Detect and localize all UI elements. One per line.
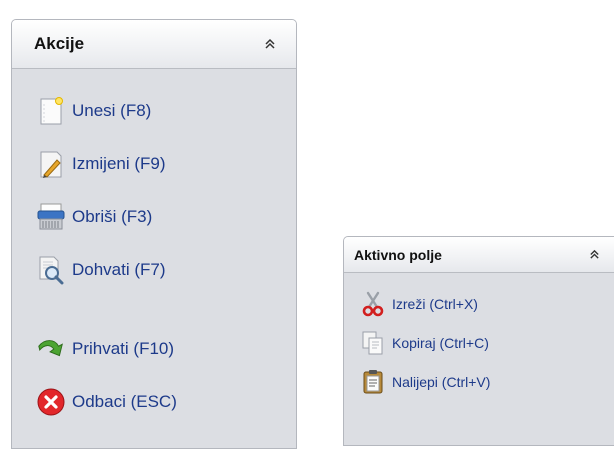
active-field-list: Izreži (Ctrl+X) Kopiraj (Ctrl+C) Nalijep… <box>344 273 614 401</box>
edit-document-icon <box>36 149 66 179</box>
action-edit[interactable]: Izmijeni (F9) <box>12 137 296 190</box>
actions-panel: Akcije Unesi (F8) Izmijeni (F9) Obriši (… <box>11 19 297 449</box>
action-accept[interactable]: Prihvati (F10) <box>12 322 296 375</box>
active-field-panel: Aktivno polje Izreži (Ctrl+X) Kopiraj (C… <box>343 236 614 446</box>
actions-list: Unesi (F8) Izmijeni (F9) Obriši (F3) Doh… <box>12 69 296 428</box>
new-document-icon <box>36 96 66 126</box>
active-field-panel-title: Aktivno polje <box>354 246 442 263</box>
action-accept-label: Prihvati (F10) <box>72 338 175 358</box>
field-copy-label: Kopiraj (Ctrl+C) <box>392 334 489 351</box>
shredder-icon <box>36 202 66 232</box>
action-cancel-label: Odbaci (ESC) <box>72 391 177 411</box>
action-cancel[interactable]: Odbaci (ESC) <box>12 375 296 428</box>
field-copy[interactable]: Kopiraj (Ctrl+C) <box>344 323 614 362</box>
clipboard-icon <box>361 369 385 395</box>
action-delete-label: Obriši (F3) <box>72 206 153 226</box>
action-edit-label: Izmijeni (F9) <box>72 153 166 173</box>
action-delete[interactable]: Obriši (F3) <box>12 190 296 243</box>
field-cut[interactable]: Izreži (Ctrl+X) <box>344 284 614 323</box>
scissors-icon <box>361 291 385 317</box>
action-fetch[interactable]: Dohvati (F7) <box>12 243 296 296</box>
search-document-icon <box>36 255 66 285</box>
action-new[interactable]: Unesi (F8) <box>12 84 296 137</box>
copy-icon <box>361 330 385 356</box>
actions-panel-title: Akcije <box>34 34 85 53</box>
field-paste[interactable]: Nalijepi (Ctrl+V) <box>344 362 614 401</box>
active-field-panel-header[interactable]: Aktivno polje <box>344 237 614 273</box>
double-chevron-up-icon[interactable] <box>264 38 276 50</box>
field-paste-label: Nalijepi (Ctrl+V) <box>392 373 491 390</box>
field-cut-label: Izreži (Ctrl+X) <box>392 295 478 312</box>
green-arrow-icon <box>36 334 66 364</box>
action-new-label: Unesi (F8) <box>72 100 152 120</box>
actions-panel-header[interactable]: Akcije <box>12 20 296 69</box>
double-chevron-up-icon[interactable] <box>589 249 600 260</box>
action-fetch-label: Dohvati (F7) <box>72 259 166 279</box>
red-x-icon <box>36 387 66 417</box>
